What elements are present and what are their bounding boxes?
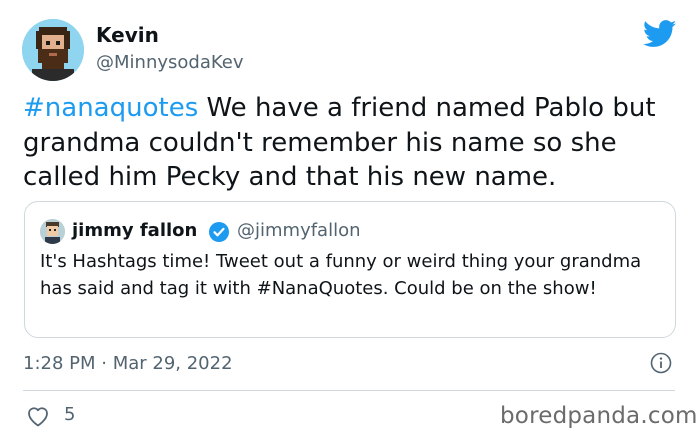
author-avatar[interactable] <box>22 19 84 81</box>
info-icon[interactable] <box>650 352 672 374</box>
quoted-author-name[interactable]: jimmy fallon <box>72 218 197 244</box>
hashtag-link[interactable]: #nanaquotes <box>23 93 198 123</box>
divider <box>23 390 675 391</box>
watermark: boredpanda.com <box>500 403 698 429</box>
heart-icon[interactable] <box>26 405 50 427</box>
verified-badge-icon <box>209 222 229 242</box>
quoted-avatar <box>40 219 65 244</box>
tweet-time: 1:28 PM <box>23 353 96 374</box>
twitter-bird-icon <box>643 20 677 47</box>
author-name[interactable]: Kevin <box>96 22 159 48</box>
tweet-date: Mar 29, 2022 <box>112 353 233 374</box>
like-count: 5 <box>64 404 76 425</box>
cartoon-avatar-icon <box>40 219 65 244</box>
quoted-tweet-text: It's Hashtags time! Tweet out a funny or… <box>40 251 642 299</box>
pixel-art-avatar-icon <box>22 19 84 81</box>
tweet-timestamp[interactable]: 1:28 PM · Mar 29, 2022 <box>23 352 233 376</box>
author-handle[interactable]: @MinnysodaKev <box>96 51 243 75</box>
meta-separator: · <box>95 353 113 374</box>
quoted-tweet-card[interactable]: jimmy fallon @jimmyfallon It's Hashtags … <box>24 201 676 338</box>
quoted-author-handle[interactable]: @jimmyfallon <box>237 218 361 244</box>
tweet-text: #nanaquotes We have a friend named Pablo… <box>23 91 683 195</box>
